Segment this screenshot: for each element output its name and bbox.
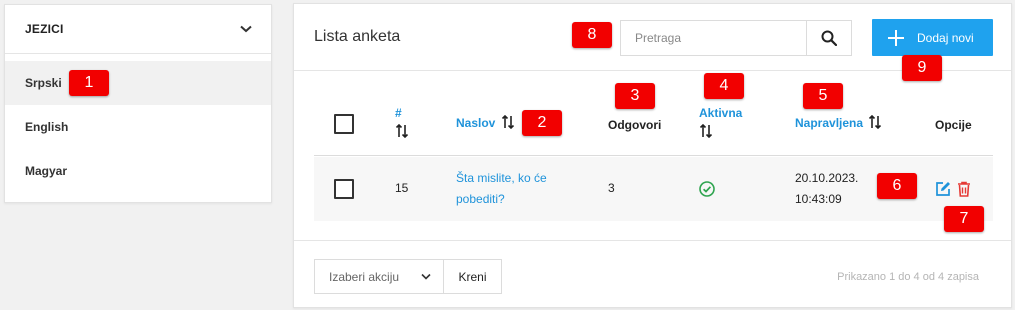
plus-icon: [888, 29, 904, 46]
sidebar-item-label: English: [25, 120, 69, 134]
column-header-id[interactable]: #: [395, 106, 409, 138]
bulk-action-label: Izaberi akciju: [329, 269, 400, 284]
edit-icon[interactable]: [935, 181, 951, 204]
column-header-created[interactable]: Napravljena: [795, 115, 882, 130]
row-created: 20.10.2023. 10:43:09: [795, 168, 858, 210]
row-checkbox[interactable]: [334, 179, 354, 199]
add-new-label: Dodaj novi: [917, 30, 974, 45]
search-box: [620, 20, 852, 56]
chevron-down-icon: [421, 273, 431, 280]
marker-6: 6: [877, 173, 917, 199]
sidebar-item-srpski[interactable]: Srpski: [5, 61, 271, 105]
search-button[interactable]: [806, 21, 851, 55]
sidebar-title: JEZICI: [25, 22, 64, 36]
sort-icon: [501, 115, 514, 130]
language-sidebar: JEZICI Srpski English Magyar: [4, 4, 272, 203]
marker-4: 4: [704, 73, 744, 99]
check-circle-icon: [699, 181, 715, 204]
sort-icon: [395, 124, 409, 138]
marker-5: 5: [803, 83, 843, 109]
sidebar-header[interactable]: JEZICI: [5, 5, 271, 54]
marker-3: 3: [615, 83, 655, 109]
sort-icon: [869, 115, 882, 130]
row-title-link[interactable]: Šta mislite, ko će pobediti?: [456, 168, 547, 210]
sidebar-item-label: Srpski: [25, 76, 62, 90]
row-title-line1: Šta mislite, ko će: [456, 171, 547, 185]
row-id: 15: [395, 181, 409, 195]
trash-icon[interactable]: [957, 181, 971, 204]
marker-2: 2: [522, 110, 562, 136]
column-header-active[interactable]: Aktivna: [699, 106, 742, 138]
column-header-answers: Odgovori: [608, 118, 662, 132]
search-input[interactable]: [621, 21, 806, 55]
marker-8: 8: [572, 22, 612, 48]
pagination-info: Prikazano 1 do 4 od 4 zapisa: [837, 271, 979, 283]
marker-1: 1: [69, 70, 109, 96]
panel-footer: Izaberi akciju Kreni Prikazano 1 do 4 od…: [294, 240, 1011, 308]
column-active-label: Aktivna: [699, 106, 743, 120]
row-created-time: 10:43:09: [795, 192, 842, 206]
sort-icon: [699, 124, 713, 138]
column-header-title[interactable]: Naslov: [456, 115, 515, 130]
sidebar-item-label: Magyar: [25, 164, 68, 178]
select-all-checkbox[interactable]: [334, 114, 354, 134]
sidebar-item-magyar[interactable]: Magyar: [5, 149, 271, 193]
sidebar-item-english[interactable]: English: [5, 105, 271, 149]
column-id-label: #: [395, 106, 402, 120]
row-answers: 3: [608, 181, 615, 195]
row-title-line2: pobediti?: [456, 192, 505, 206]
surveys-panel: Lista anketa Dodaj novi # Naslov: [293, 3, 1012, 308]
marker-9: 9: [902, 55, 942, 81]
bulk-action-select[interactable]: Izaberi akciju: [314, 259, 444, 294]
column-header-options: Opcije: [935, 118, 972, 132]
row-created-date: 20.10.2023.: [795, 171, 859, 185]
add-new-button[interactable]: Dodaj novi: [872, 19, 993, 56]
marker-7: 7: [944, 206, 984, 232]
chevron-down-icon[interactable]: [239, 22, 253, 36]
go-button[interactable]: Kreni: [443, 259, 502, 294]
column-created-label: Napravljena: [795, 116, 864, 130]
column-title-label: Naslov: [456, 116, 496, 130]
page-title: Lista anketa: [314, 28, 401, 45]
search-icon: [821, 30, 837, 46]
